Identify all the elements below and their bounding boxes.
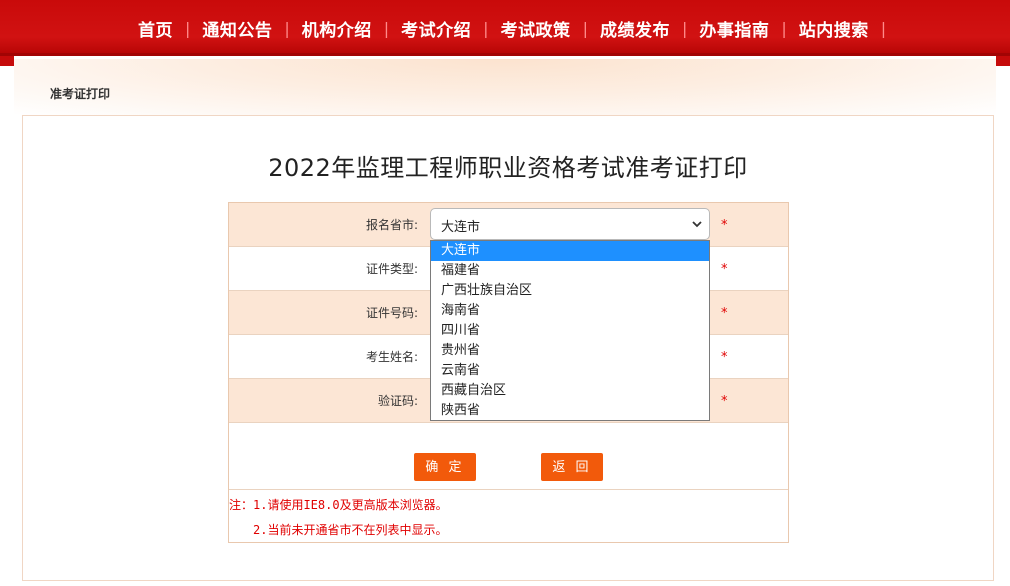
nav-item-notices[interactable]: 通知公告 — [190, 16, 284, 41]
nav-item-exam-intro[interactable]: 考试介绍 — [389, 16, 483, 41]
note-line-1: 注：1.请使用IE8.0及更高版本浏览器。 — [229, 498, 448, 512]
required-mark: * — [721, 262, 728, 277]
dropdown-option[interactable]: 陕西省 — [431, 401, 709, 421]
province-select-value: 大连市 — [441, 220, 481, 235]
nav-separator: | — [880, 18, 887, 38]
dropdown-option[interactable]: 福建省 — [431, 261, 709, 281]
nav-item-about[interactable]: 机构介绍 — [290, 16, 384, 41]
dropdown-option[interactable]: 海南省 — [431, 301, 709, 321]
province-label: 报名省市: — [365, 218, 418, 232]
nav-item-exam-policy[interactable]: 考试政策 — [489, 16, 583, 41]
top-nav-bar: 首页 | 通知公告 | 机构介绍 | 考试介绍 | 考试政策 | 成绩发布 | … — [0, 0, 1010, 56]
captcha-label: 验证码: — [377, 394, 418, 408]
name-label: 考生姓名: — [365, 350, 418, 364]
province-select[interactable]: 大连市 — [430, 208, 710, 240]
nav-menu: 首页 | 通知公告 | 机构介绍 | 考试介绍 | 考试政策 | 成绩发布 | … — [126, 14, 886, 42]
nav-item-results[interactable]: 成绩发布 — [588, 16, 682, 41]
confirm-button[interactable]: 确 定 — [414, 453, 476, 481]
right-edge — [996, 56, 1010, 66]
breadcrumb: 准考证打印 — [50, 87, 111, 101]
nav-item-guide[interactable]: 办事指南 — [687, 16, 781, 41]
note-line-2: 2.当前未开通省市不在列表中显示。 — [253, 523, 448, 537]
id-type-label: 证件类型: — [365, 262, 418, 276]
dropdown-option[interactable]: 大连市 — [431, 241, 709, 261]
left-edge — [0, 56, 14, 66]
dropdown-option[interactable]: 广西壮族自治区 — [431, 281, 709, 301]
nav-item-search[interactable]: 站内搜索 — [787, 16, 881, 41]
notes-section — [229, 489, 788, 490]
dropdown-option[interactable]: 云南省 — [431, 361, 709, 381]
required-mark: * — [721, 306, 728, 321]
dropdown-option[interactable]: 贵州省 — [431, 341, 709, 361]
header-band — [14, 59, 996, 115]
back-button[interactable]: 返 回 — [541, 453, 603, 481]
id-number-label: 证件号码: — [365, 306, 418, 320]
required-mark: * — [721, 218, 728, 233]
required-mark: * — [721, 350, 728, 365]
dropdown-option[interactable]: 四川省 — [431, 321, 709, 341]
required-mark: * — [721, 394, 728, 409]
province-dropdown-list: 大连市 福建省 广西壮族自治区 海南省 四川省 贵州省 云南省 西藏自治区 陕西… — [430, 240, 710, 421]
page-title: 2022年监理工程师职业资格考试准考证打印 — [268, 154, 748, 182]
nav-item-home[interactable]: 首页 — [126, 16, 185, 41]
chevron-down-icon — [692, 221, 702, 228]
dropdown-option[interactable]: 西藏自治区 — [431, 381, 709, 401]
